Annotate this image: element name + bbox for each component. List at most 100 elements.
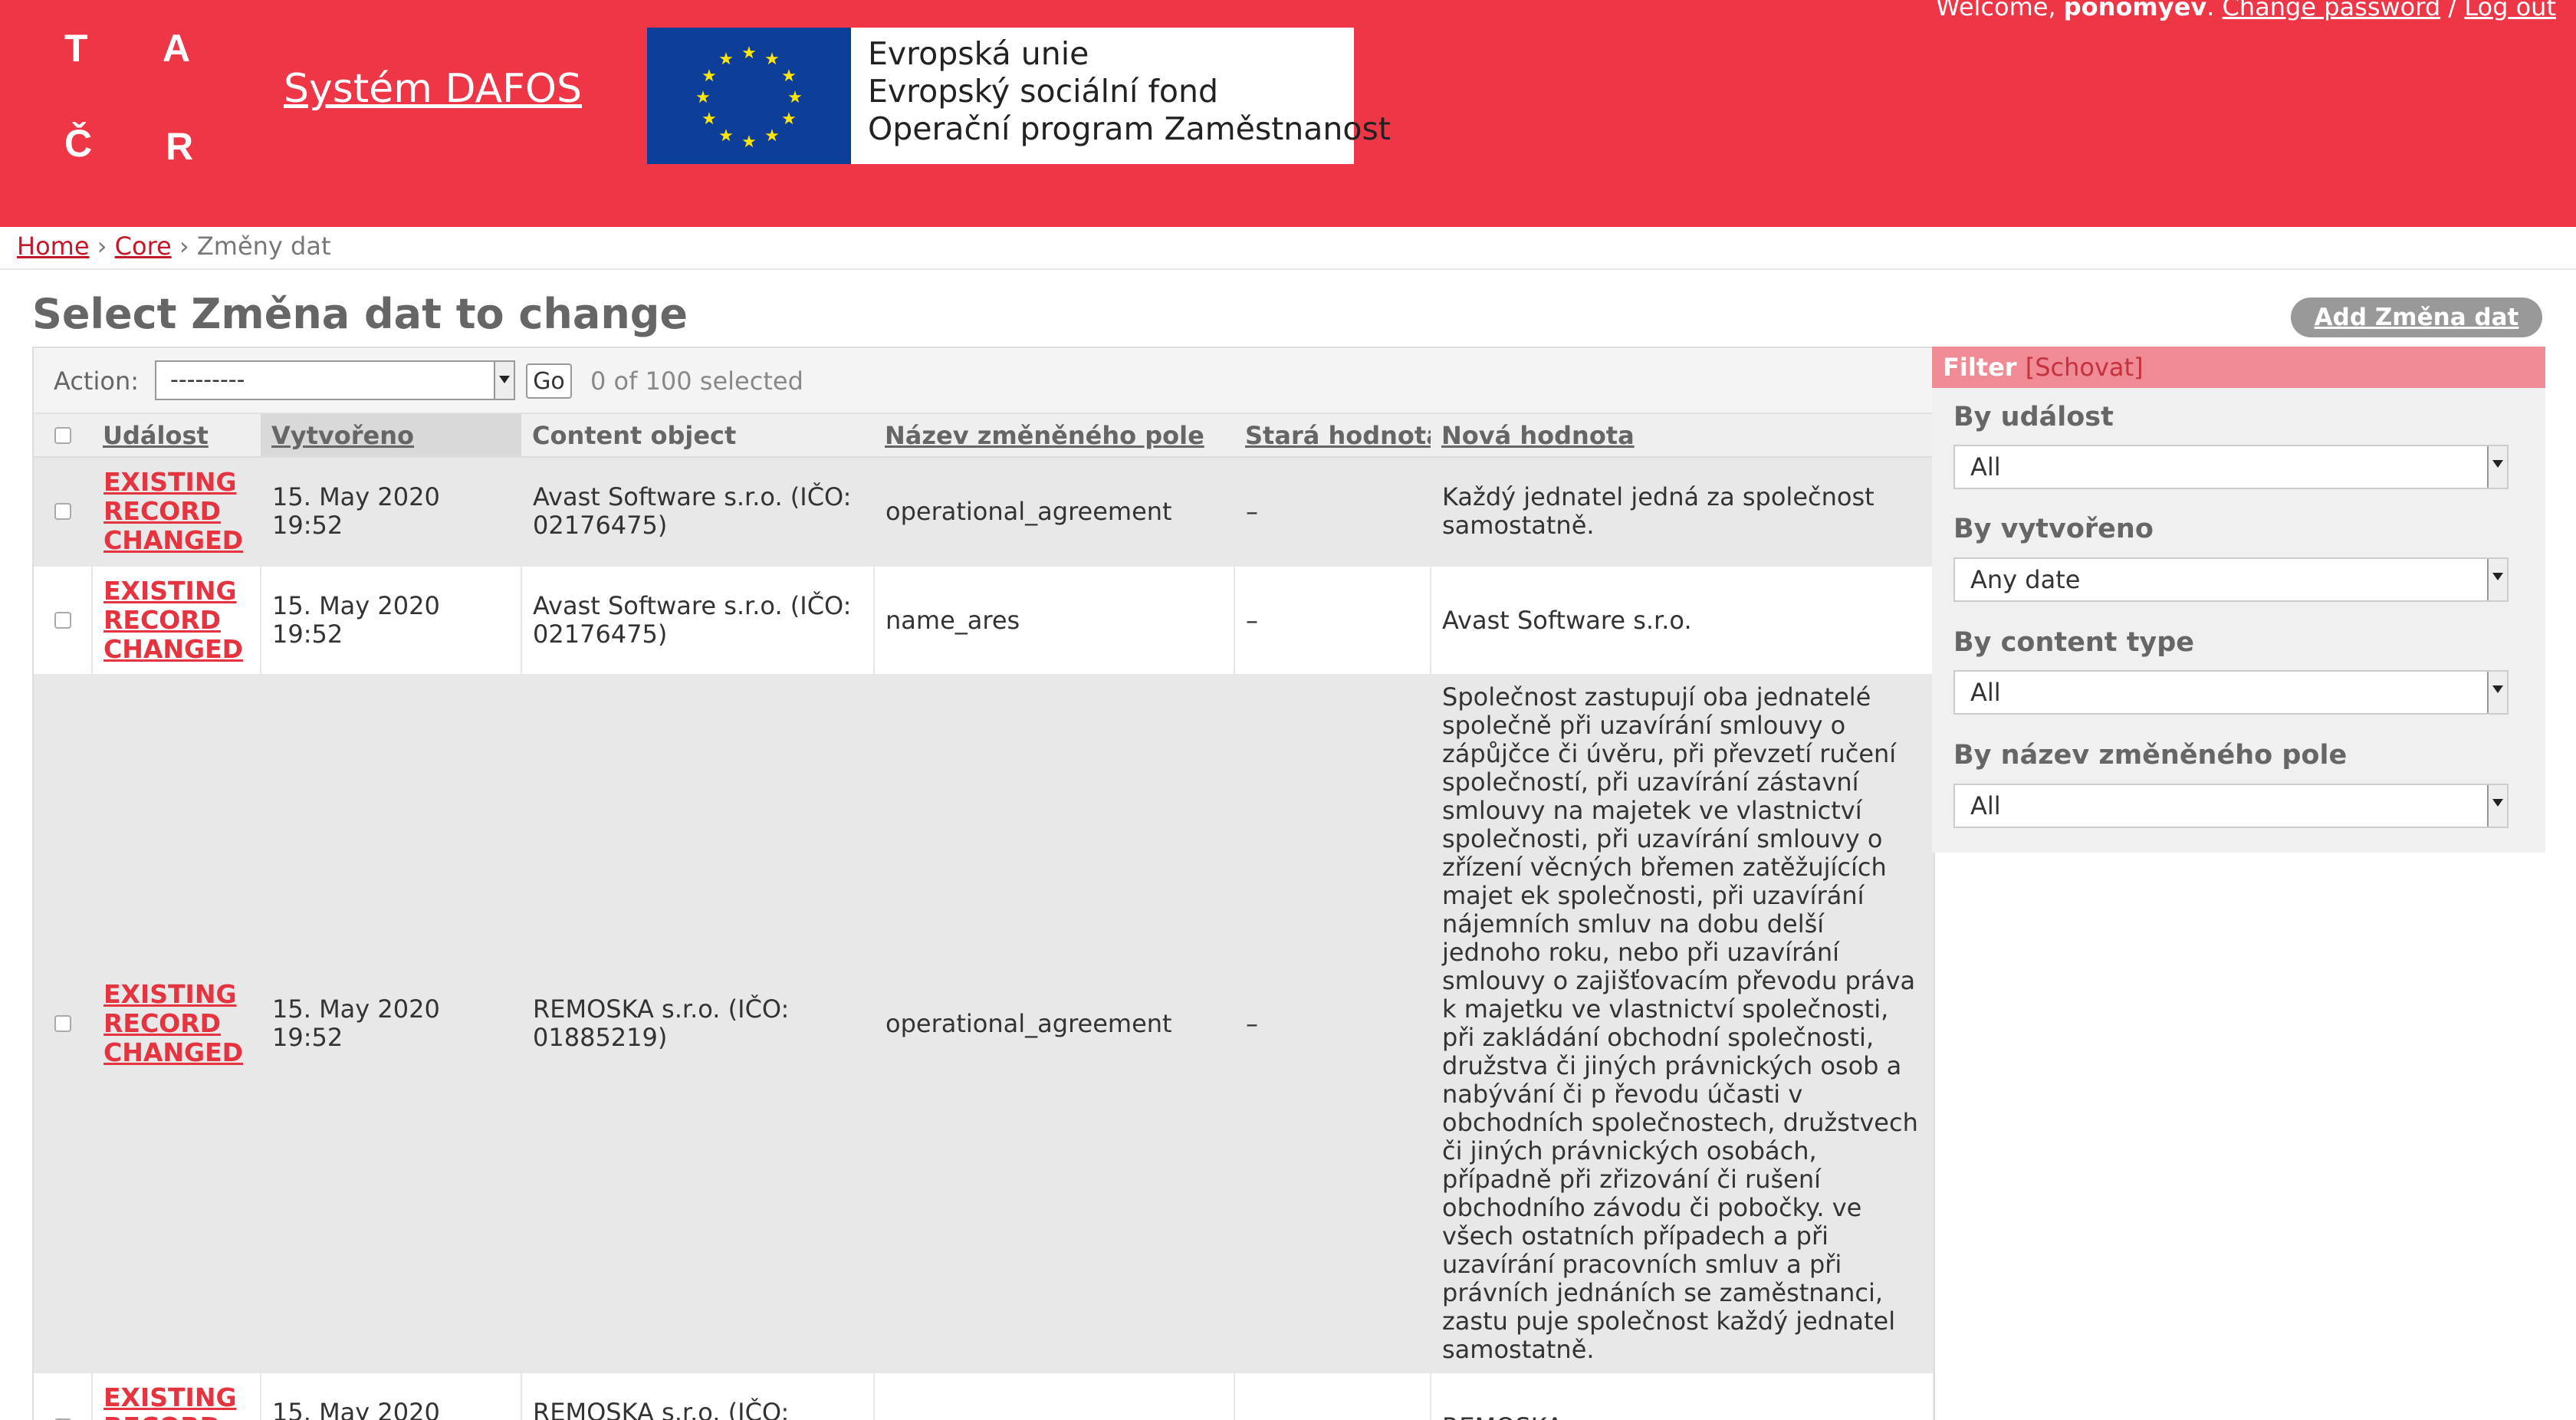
chevron-down-icon bbox=[2487, 672, 2507, 713]
filter-hide-link[interactable]: [Schovat] bbox=[2026, 353, 2144, 382]
row-checkbox[interactable] bbox=[54, 612, 71, 629]
field-name-cell: operational_agreement bbox=[874, 675, 1234, 1372]
field-name-cell: name_ares bbox=[874, 1372, 1234, 1420]
content-object-cell: Avast Software s.r.o. (IČO: 02176475) bbox=[521, 566, 874, 675]
row-checkbox-cell bbox=[34, 566, 92, 675]
action-select-value: --------- bbox=[170, 367, 245, 393]
svg-text:★: ★ bbox=[764, 127, 780, 146]
row-checkbox[interactable] bbox=[54, 1015, 71, 1032]
svg-text:★: ★ bbox=[695, 88, 711, 107]
event-link[interactable]: EXISTING RECORD CHANGED bbox=[104, 576, 243, 664]
filter-label-udalost: By událost bbox=[1953, 402, 2114, 432]
page-title: Select Změna dat to change bbox=[32, 290, 688, 338]
breadcrumb: Home › Core › Změny dat bbox=[17, 232, 330, 261]
svg-text:★: ★ bbox=[718, 127, 734, 146]
welcome-text: Welcome, bbox=[1936, 0, 2056, 21]
content-object-cell: REMOSKA s.r.o. (IČO: 01885219) bbox=[521, 675, 874, 1372]
chevron-down-icon bbox=[2487, 559, 2507, 600]
field-name-cell: operational_agreement bbox=[874, 457, 1234, 566]
logo-letter-r: R bbox=[166, 124, 193, 169]
eu-banner: ★ ★ ★ ★ ★ ★ ★ ★ ★ ★ ★ ★ Evropská unie Ev… bbox=[647, 28, 1354, 164]
breadcrumb-separator: › bbox=[97, 232, 107, 261]
old-value-cell: – bbox=[1234, 566, 1431, 675]
svg-text:★: ★ bbox=[781, 67, 797, 86]
new-value-cell: Společnost zastupují oba jednatelé spole… bbox=[1431, 675, 1934, 1372]
row-checkbox-cell bbox=[34, 675, 92, 1372]
filter-select-value: All bbox=[1970, 678, 2001, 707]
svg-text:★: ★ bbox=[718, 50, 734, 69]
add-zmena-dat-button[interactable]: Add Změna dat bbox=[2291, 297, 2542, 337]
event-link[interactable]: EXISTING RECORD CHANGED bbox=[104, 1382, 243, 1420]
created-cell: 15. May 2020 19:52 bbox=[261, 675, 521, 1372]
row-checkbox[interactable] bbox=[54, 503, 71, 520]
filter-label-nazev-pole: By název změněného pole bbox=[1953, 740, 2347, 771]
breadcrumb-core[interactable]: Core bbox=[115, 232, 172, 261]
logo-letter-c: Č bbox=[64, 121, 92, 166]
table-row: EXISTING RECORD CHANGED 15. May 2020 19:… bbox=[34, 566, 1934, 675]
old-value-cell: – bbox=[1234, 1372, 1431, 1420]
column-udalost[interactable]: Událost bbox=[92, 414, 261, 457]
breadcrumb-divider bbox=[0, 268, 2576, 270]
site-title-link[interactable]: Systém DAFOS bbox=[284, 66, 582, 112]
selection-counter: 0 of 100 selected bbox=[590, 367, 803, 396]
column-vytvoreno[interactable]: Vytvořeno bbox=[261, 414, 521, 457]
chevron-down-icon bbox=[2487, 785, 2507, 827]
breadcrumb-separator: › bbox=[179, 232, 189, 261]
svg-text:★: ★ bbox=[781, 110, 797, 129]
row-checkbox-cell bbox=[34, 457, 92, 566]
filter-select-udalost[interactable]: All bbox=[1953, 445, 2509, 489]
filter-label-vytvoreno: By vytvořeno bbox=[1953, 514, 2154, 544]
column-stara-hodnota[interactable]: Stará hodnota bbox=[1234, 414, 1431, 457]
logo-letter-a: A bbox=[163, 26, 190, 71]
event-cell: EXISTING RECORD CHANGED bbox=[92, 675, 261, 1372]
user-tools: Welcome, ponomyev. Change password / Log… bbox=[1936, 0, 2556, 21]
event-link[interactable]: EXISTING RECORD CHANGED bbox=[104, 979, 243, 1067]
filter-select-content-type[interactable]: All bbox=[1953, 670, 2509, 715]
filter-select-vytvoreno[interactable]: Any date bbox=[1953, 557, 2509, 602]
filter-select-value: Any date bbox=[1970, 565, 2080, 594]
svg-text:★: ★ bbox=[764, 50, 780, 69]
table-row: EXISTING RECORD CHANGED 15. May 2020 19:… bbox=[34, 457, 1934, 566]
event-link[interactable]: EXISTING RECORD CHANGED bbox=[104, 467, 243, 555]
table-header-row: Událost Vytvořeno Content object Název z… bbox=[34, 414, 1934, 457]
logo-letter-t: T bbox=[64, 26, 88, 71]
go-button[interactable]: Go bbox=[526, 363, 572, 399]
actions-bar: Action: --------- Go 0 of 100 selected bbox=[34, 348, 1934, 414]
created-cell: 15. May 2020 19:52 bbox=[261, 1372, 521, 1420]
filter-panel: Filter [Schovat] By událost All By vytvo… bbox=[1932, 347, 2545, 853]
svg-text:★: ★ bbox=[787, 88, 803, 107]
results-table: Událost Vytvořeno Content object Název z… bbox=[34, 414, 1934, 1420]
eu-line-3: Operační program Zaměstnanost bbox=[868, 110, 1391, 148]
event-cell: EXISTING RECORD CHANGED bbox=[92, 1372, 261, 1420]
svg-text:★: ★ bbox=[741, 133, 757, 152]
chevron-down-icon bbox=[494, 362, 514, 399]
event-cell: EXISTING RECORD CHANGED bbox=[92, 566, 261, 675]
filter-select-value: All bbox=[1970, 452, 2001, 482]
select-all-checkbox-cell bbox=[34, 414, 92, 457]
change-password-link[interactable]: Change password bbox=[2223, 0, 2441, 21]
old-value-cell: – bbox=[1234, 457, 1431, 566]
table-row: EXISTING RECORD CHANGED 15. May 2020 19:… bbox=[34, 1372, 1934, 1420]
table-row: EXISTING RECORD CHANGED 15. May 2020 19:… bbox=[34, 675, 1934, 1372]
svg-text:★: ★ bbox=[702, 67, 717, 86]
user-tools-separator: / bbox=[2448, 0, 2456, 21]
logout-link[interactable]: Log out bbox=[2464, 0, 2556, 21]
column-content-object: Content object bbox=[521, 414, 874, 457]
created-cell: 15. May 2020 19:52 bbox=[261, 566, 521, 675]
action-select[interactable]: --------- bbox=[155, 360, 515, 400]
column-nova-hodnota[interactable]: Nová hodnota bbox=[1431, 414, 1934, 457]
username: ponomyev bbox=[2064, 0, 2206, 21]
changelist: Action: --------- Go 0 of 100 selected U… bbox=[32, 347, 1935, 1420]
filter-select-value: All bbox=[1970, 791, 2001, 820]
event-cell: EXISTING RECORD CHANGED bbox=[92, 457, 261, 566]
breadcrumb-home[interactable]: Home bbox=[17, 232, 90, 261]
column-nazev-zmeneneho-pole[interactable]: Název změněného pole bbox=[874, 414, 1234, 457]
filter-select-nazev-pole[interactable]: All bbox=[1953, 784, 2509, 828]
eu-flag-icon: ★ ★ ★ ★ ★ ★ ★ ★ ★ ★ ★ ★ bbox=[647, 28, 851, 164]
eu-line-2: Evropský sociální fond bbox=[868, 73, 1391, 110]
select-all-checkbox[interactable] bbox=[54, 427, 71, 444]
svg-text:★: ★ bbox=[741, 44, 757, 63]
content-object-cell: REMOSKA s.r.o. (IČO: 01885219) bbox=[521, 1372, 874, 1420]
field-name-cell: name_ares bbox=[874, 566, 1234, 675]
action-label: Action: bbox=[54, 367, 139, 396]
